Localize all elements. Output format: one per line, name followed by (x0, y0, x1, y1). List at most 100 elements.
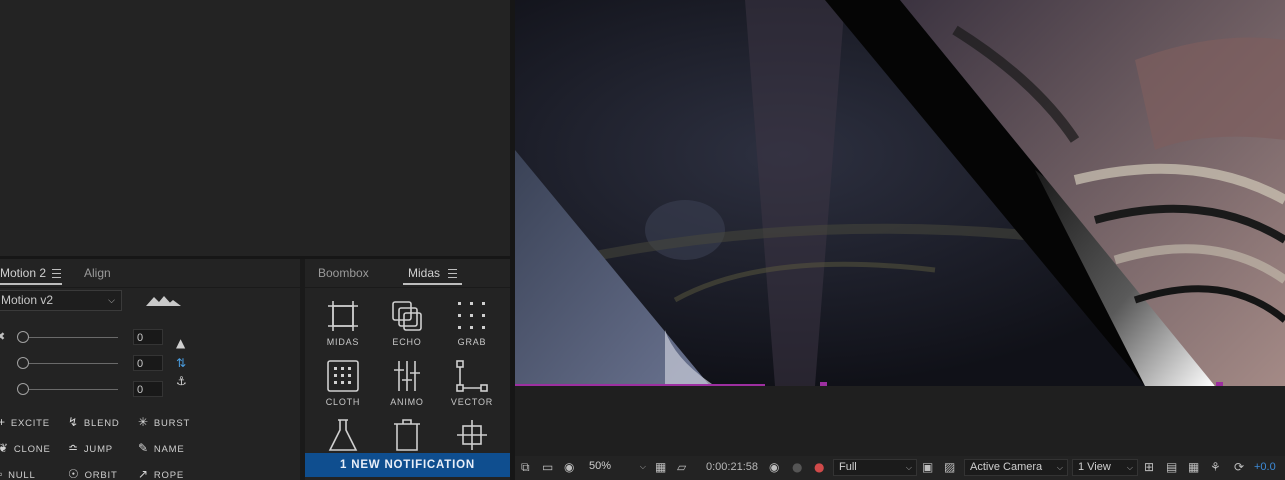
excite-button[interactable]: + EXCITE (0, 415, 50, 429)
toggle-mask-icon[interactable]: ▨ (944, 460, 955, 474)
clone-icon: ❦ (0, 441, 9, 455)
camera-dropdown[interactable]: Active Camera ⌵ (964, 459, 1068, 476)
color-channels-icon[interactable]: ● (814, 460, 824, 474)
anchor-icon[interactable]: ⚓ (176, 374, 187, 388)
chevron-down-icon: ⌵ (108, 295, 115, 305)
tab-separator (0, 287, 300, 288)
position-icon: ✖ (0, 330, 6, 343)
null-icon: ▫ (0, 467, 4, 480)
clone-button[interactable]: ❦ CLONE (0, 441, 51, 455)
blend-icon: ↯ (68, 415, 79, 429)
slider-knob[interactable] (17, 331, 29, 343)
grab-icon (458, 302, 485, 329)
show-snapshot-icon[interactable]: ● (792, 460, 802, 474)
rope-label: ROPE (153, 470, 184, 480)
resolution-dropdown[interactable]: Full ⌵ (833, 459, 917, 476)
delete-tool-button[interactable] (377, 419, 437, 451)
vector-tool-button[interactable]: VECTOR (442, 360, 502, 407)
composition-viewer[interactable] (515, 0, 1285, 386)
slider-track[interactable] (22, 389, 118, 390)
burst-label: BURST (153, 418, 191, 429)
active-tab-underline (403, 283, 462, 285)
exposure-value[interactable]: +0.0 (1254, 456, 1276, 480)
snapshot-camera-icon[interactable]: ◉ (769, 460, 779, 474)
mountains-icon[interactable] (146, 295, 182, 307)
viewer-toolbar: ⧉ ▭ ◉ 50% ⌵ ▦ ▱ 0:00:21:58 ◉ ● ● Full ⌵ … (515, 456, 1285, 480)
viewer-frame-image (515, 0, 1285, 386)
plus-icon: + (0, 415, 6, 429)
grab-tool-button[interactable]: GRAB (442, 300, 502, 347)
rocket-icon[interactable]: ▲ (176, 336, 185, 350)
pencil-icon: ✎ (138, 441, 149, 455)
region-of-interest-icon[interactable]: ▦ (655, 460, 666, 474)
blend-label: BLEND (83, 418, 120, 429)
orbit-button[interactable]: ☉ ORBIT (68, 467, 118, 480)
pixel-aspect-icon[interactable]: ⊞ (1144, 460, 1154, 474)
jump-button[interactable]: ≏ JUMP (68, 441, 113, 455)
always-preview-icon[interactable]: ⧉ (521, 460, 530, 475)
flask-tool-button[interactable] (313, 419, 373, 451)
vr-glasses-icon[interactable]: ◉ (564, 460, 574, 474)
tab-midas[interactable]: Midas (408, 266, 440, 280)
cloth-icon (327, 360, 359, 392)
rope-icon: ↗ (138, 467, 149, 480)
zoom-dropdown[interactable]: 50% ⌵ (584, 459, 650, 476)
chevron-down-icon: ⌵ (905, 463, 912, 472)
rope-button[interactable]: ↗ ROPE (138, 467, 184, 480)
slider-knob[interactable] (17, 357, 29, 369)
anchor-point-icon (457, 420, 487, 450)
anchor-point-tool-button[interactable] (442, 419, 502, 451)
trash-icon (394, 419, 420, 451)
slider-track[interactable] (22, 337, 118, 338)
view-layout-value: 1 View (1078, 461, 1111, 473)
echo-tool-button[interactable]: ECHO (377, 300, 437, 347)
preset-select-value: Motion v2 (1, 293, 54, 307)
animo-tool-button[interactable]: ANIMO (377, 360, 437, 407)
comp-flowchart-icon[interactable]: ▦ (1188, 460, 1199, 474)
timeline-icon[interactable]: ▤ (1166, 460, 1177, 474)
monitor-icon[interactable]: ▭ (542, 460, 553, 474)
resolution-value: Full (839, 461, 857, 473)
empty-panel (0, 0, 510, 256)
active-tab-underline (0, 283, 62, 285)
reset-exposure-icon[interactable]: ⟳ (1234, 460, 1244, 474)
chevron-down-icon: ⌵ (1056, 463, 1063, 472)
slider-knob[interactable] (17, 383, 29, 395)
animo-label: ANIMO (390, 397, 424, 407)
pasteboard-area (515, 386, 1285, 456)
view-layout-dropdown[interactable]: 1 View ⌵ (1072, 459, 1138, 476)
vector-icon (456, 360, 488, 392)
tab-boombox[interactable]: Boombox (318, 266, 369, 280)
transparency-grid-icon[interactable]: ▱ (677, 460, 686, 474)
jump-label: JUMP (83, 444, 113, 455)
midas-panel: Boombox Midas MIDAS ECHO GRAB CLOTH ANIM… (305, 259, 510, 480)
panel-menu-icon[interactable] (448, 269, 457, 278)
null-button[interactable]: ▫ NULL (0, 467, 36, 480)
burst-button[interactable]: ✳ BURST (138, 415, 190, 429)
slider-track[interactable] (22, 363, 118, 364)
motion-panel: Motion 2 Align Motion v2 ⌵ ✖ 0 ▲ ‹ 0 ⇅ ›… (0, 259, 300, 480)
current-time[interactable]: 0:00:21:58 (706, 456, 758, 480)
notification-banner[interactable]: 1 NEW NOTIFICATION (305, 453, 510, 477)
flowchart-icon[interactable]: ⚘ (1210, 460, 1221, 474)
null-label: NULL (8, 470, 36, 480)
slider-value-field[interactable]: 0 (133, 355, 163, 371)
slider-value-field[interactable]: 0 (133, 381, 163, 397)
jump-icon: ≏ (68, 441, 79, 455)
echo-label: ECHO (392, 337, 422, 347)
preset-select[interactable]: Motion v2 ⌵ (0, 290, 122, 311)
panel-menu-icon[interactable] (52, 269, 61, 278)
burst-icon: ✳ (138, 415, 149, 429)
blend-button[interactable]: ↯ BLEND (68, 415, 120, 429)
flask-icon (328, 419, 358, 451)
tab-align[interactable]: Align (84, 266, 111, 280)
fast-previews-icon[interactable]: ▣ (922, 460, 933, 474)
swap-arrows-icon[interactable]: ⇅ (176, 356, 186, 370)
midas-tool-button[interactable]: MIDAS (313, 300, 373, 347)
midas-icon (328, 301, 358, 331)
tab-motion-2[interactable]: Motion 2 (0, 266, 46, 280)
name-button[interactable]: ✎ NAME (138, 441, 185, 455)
cloth-tool-button[interactable]: CLOTH (313, 360, 373, 407)
slider-value-field[interactable]: 0 (133, 329, 163, 345)
orbit-label: ORBIT (84, 470, 118, 480)
